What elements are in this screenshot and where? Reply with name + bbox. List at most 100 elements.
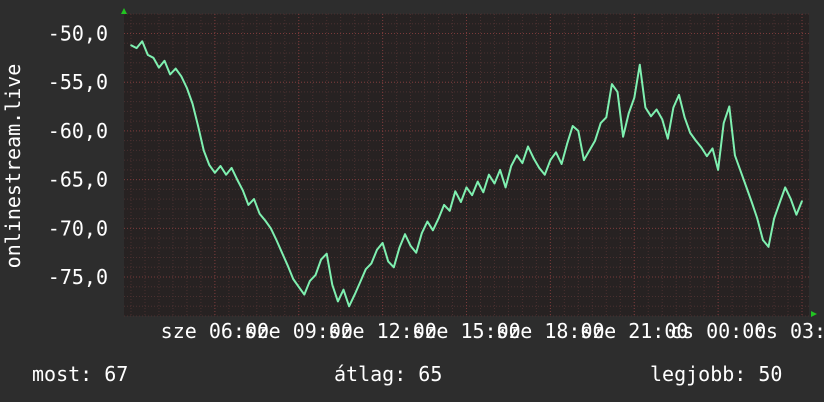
data-point	[381, 242, 384, 244]
data-point	[443, 204, 445, 206]
data-point	[158, 66, 160, 69]
data-point	[488, 173, 490, 176]
data-point	[387, 260, 390, 263]
data-point	[258, 212, 261, 215]
data-point	[493, 182, 496, 185]
data-point	[292, 278, 294, 280]
data-point	[309, 280, 311, 282]
data-point	[370, 262, 373, 265]
data-point	[571, 125, 574, 127]
data-point	[426, 220, 429, 223]
data-point	[555, 151, 557, 154]
data-point	[678, 94, 680, 96]
data-point	[739, 170, 742, 172]
stat-best: legjobb: 50	[650, 362, 783, 386]
data-point	[359, 281, 362, 283]
chart-svg: -50,0 -55,0 -60,0 -65,0 -70,0 -75,0 sze 06:00…	[1, 8, 824, 343]
data-point	[778, 202, 781, 204]
data-point	[627, 112, 630, 115]
x-tick-labels: sze 06:00sze 09:00sze 12:00sze 15:00sze …	[161, 319, 824, 343]
data-point	[404, 233, 406, 235]
data-point	[543, 173, 546, 176]
data-point	[750, 201, 753, 203]
data-point	[762, 239, 764, 241]
data-point	[180, 75, 183, 78]
data-point	[460, 201, 462, 203]
data-point	[504, 186, 507, 189]
y-tick-label: -60,0	[48, 119, 108, 143]
data-point	[331, 284, 334, 286]
data-point	[516, 154, 518, 157]
data-point	[174, 67, 177, 70]
data-point	[130, 44, 132, 46]
y-tick-label: -70,0	[48, 216, 108, 240]
data-point	[767, 246, 770, 248]
data-point	[320, 258, 322, 261]
data-point	[639, 63, 641, 66]
data-point	[622, 135, 624, 138]
data-point	[728, 105, 731, 108]
data-point	[756, 217, 759, 220]
data-point	[633, 96, 636, 99]
data-point	[337, 300, 339, 303]
x-tick-label: cs 03:00	[754, 319, 824, 343]
data-point	[527, 145, 529, 148]
data-point	[247, 204, 250, 206]
data-point	[365, 268, 367, 271]
data-point	[393, 266, 395, 269]
data-point	[163, 59, 166, 62]
data-point	[219, 165, 222, 167]
data-point	[476, 180, 479, 183]
data-point	[141, 40, 143, 43]
x-tick-label: cs 00:00	[670, 319, 766, 343]
data-point	[482, 191, 485, 194]
data-point	[717, 169, 719, 171]
data-point	[253, 198, 255, 200]
data-point	[790, 198, 792, 200]
data-point	[583, 159, 585, 161]
data-point	[773, 217, 775, 220]
data-point	[286, 264, 289, 267]
data-point	[437, 217, 440, 220]
data-point	[722, 122, 725, 124]
data-point	[152, 57, 155, 59]
data-point	[275, 239, 278, 241]
data-point	[269, 227, 272, 230]
stat-average: átlag: 65	[334, 362, 443, 386]
y-axis-label: onlinestream.live	[1, 64, 25, 269]
data-point	[689, 132, 691, 134]
data-point	[549, 159, 552, 161]
data-point	[242, 189, 244, 192]
data-point	[711, 147, 714, 150]
data-point	[135, 47, 138, 49]
data-point	[588, 149, 591, 152]
data-point	[348, 305, 350, 308]
data-point	[169, 73, 171, 76]
data-point	[432, 229, 434, 232]
data-point	[538, 167, 540, 169]
data-point	[784, 186, 787, 189]
data-point	[655, 108, 658, 111]
data-point	[683, 116, 686, 119]
data-point	[734, 154, 736, 157]
data-point	[191, 102, 194, 105]
data-point	[532, 157, 535, 159]
y-tick-label: -55,0	[48, 70, 108, 94]
data-point	[420, 232, 423, 234]
data-point	[644, 106, 647, 109]
data-point	[376, 248, 378, 251]
data-point	[353, 293, 356, 296]
data-point	[281, 251, 283, 254]
stat-current: most: 67	[32, 362, 129, 386]
y-tick-label: -75,0	[48, 265, 108, 289]
y-tick-label: -50,0	[48, 21, 108, 45]
data-point	[314, 274, 317, 276]
data-point	[521, 162, 524, 164]
data-point	[667, 137, 669, 140]
data-point	[594, 139, 596, 142]
data-point	[499, 169, 501, 171]
data-point	[202, 149, 205, 152]
data-point	[415, 251, 417, 254]
data-point	[454, 190, 457, 193]
data-point	[236, 178, 239, 181]
